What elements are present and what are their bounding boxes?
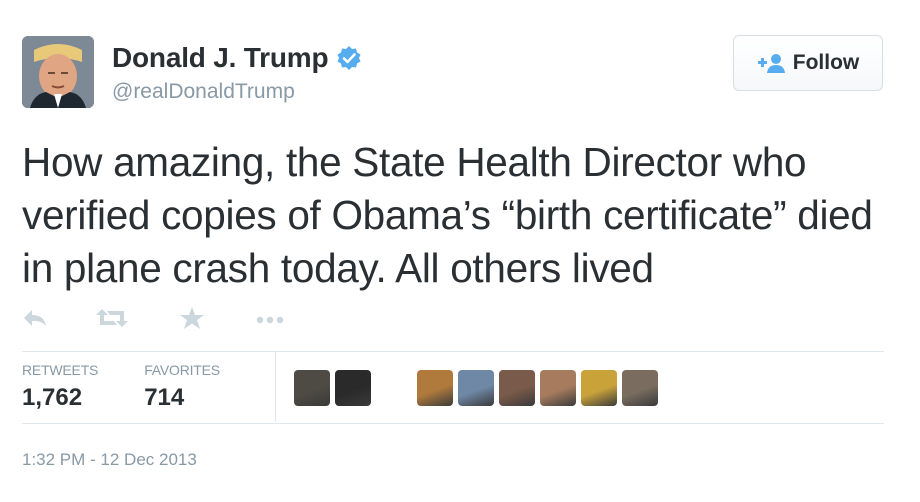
favoriter-avatar[interactable]	[622, 370, 658, 406]
favoriter-avatar[interactable]	[376, 370, 412, 406]
tweet-stats: RETWEETS 1,762 FAVORITES 714	[22, 352, 266, 422]
avatar[interactable]	[22, 36, 94, 108]
stats-divider	[275, 352, 276, 422]
favorites-count: 714	[144, 384, 185, 411]
follow-button-label: Follow	[792, 51, 860, 74]
favoriter-avatar[interactable]	[458, 370, 494, 406]
user-name-row: Donald J. Trump	[112, 42, 362, 74]
retweets-stat[interactable]: RETWEETS 1,762	[22, 352, 98, 422]
favorite-icon[interactable]	[180, 306, 204, 334]
follow-button[interactable]: Follow	[733, 35, 883, 91]
favoriter-avatar[interactable]	[335, 370, 371, 406]
favoriter-avatar[interactable]	[417, 370, 453, 406]
add-user-icon	[757, 52, 785, 74]
reply-icon[interactable]	[22, 308, 48, 333]
retweets-label: RETWEETS	[22, 362, 99, 378]
retweet-icon[interactable]	[96, 308, 128, 333]
timestamp[interactable]: 1:32 PM - 12 Dec 2013	[22, 450, 197, 470]
user-handle[interactable]: @realDonaldTrump	[112, 80, 295, 104]
favoriter-avatar[interactable]	[294, 370, 330, 406]
divider-bottom	[22, 423, 884, 424]
display-name[interactable]: Donald J. Trump	[112, 42, 329, 74]
retweets-count: 1,762	[22, 384, 83, 411]
favoriter-avatar[interactable]	[499, 370, 535, 406]
verified-badge-icon	[336, 45, 362, 71]
profile-photo	[22, 36, 94, 108]
tweet-card: Donald J. Trump @realDonaldTrump Follow …	[0, 0, 920, 502]
favoriter-avatar[interactable]	[540, 370, 576, 406]
favoriter-avatar[interactable]	[581, 370, 617, 406]
favoriter-avatars	[294, 370, 658, 406]
tweet-text: How amazing, the State Health Director w…	[22, 139, 873, 291]
favorites-stat[interactable]: FAVORITES 714	[144, 352, 220, 422]
favorites-label: FAVORITES	[144, 362, 220, 378]
tweet-actions	[22, 303, 284, 337]
more-icon[interactable]	[256, 311, 284, 329]
